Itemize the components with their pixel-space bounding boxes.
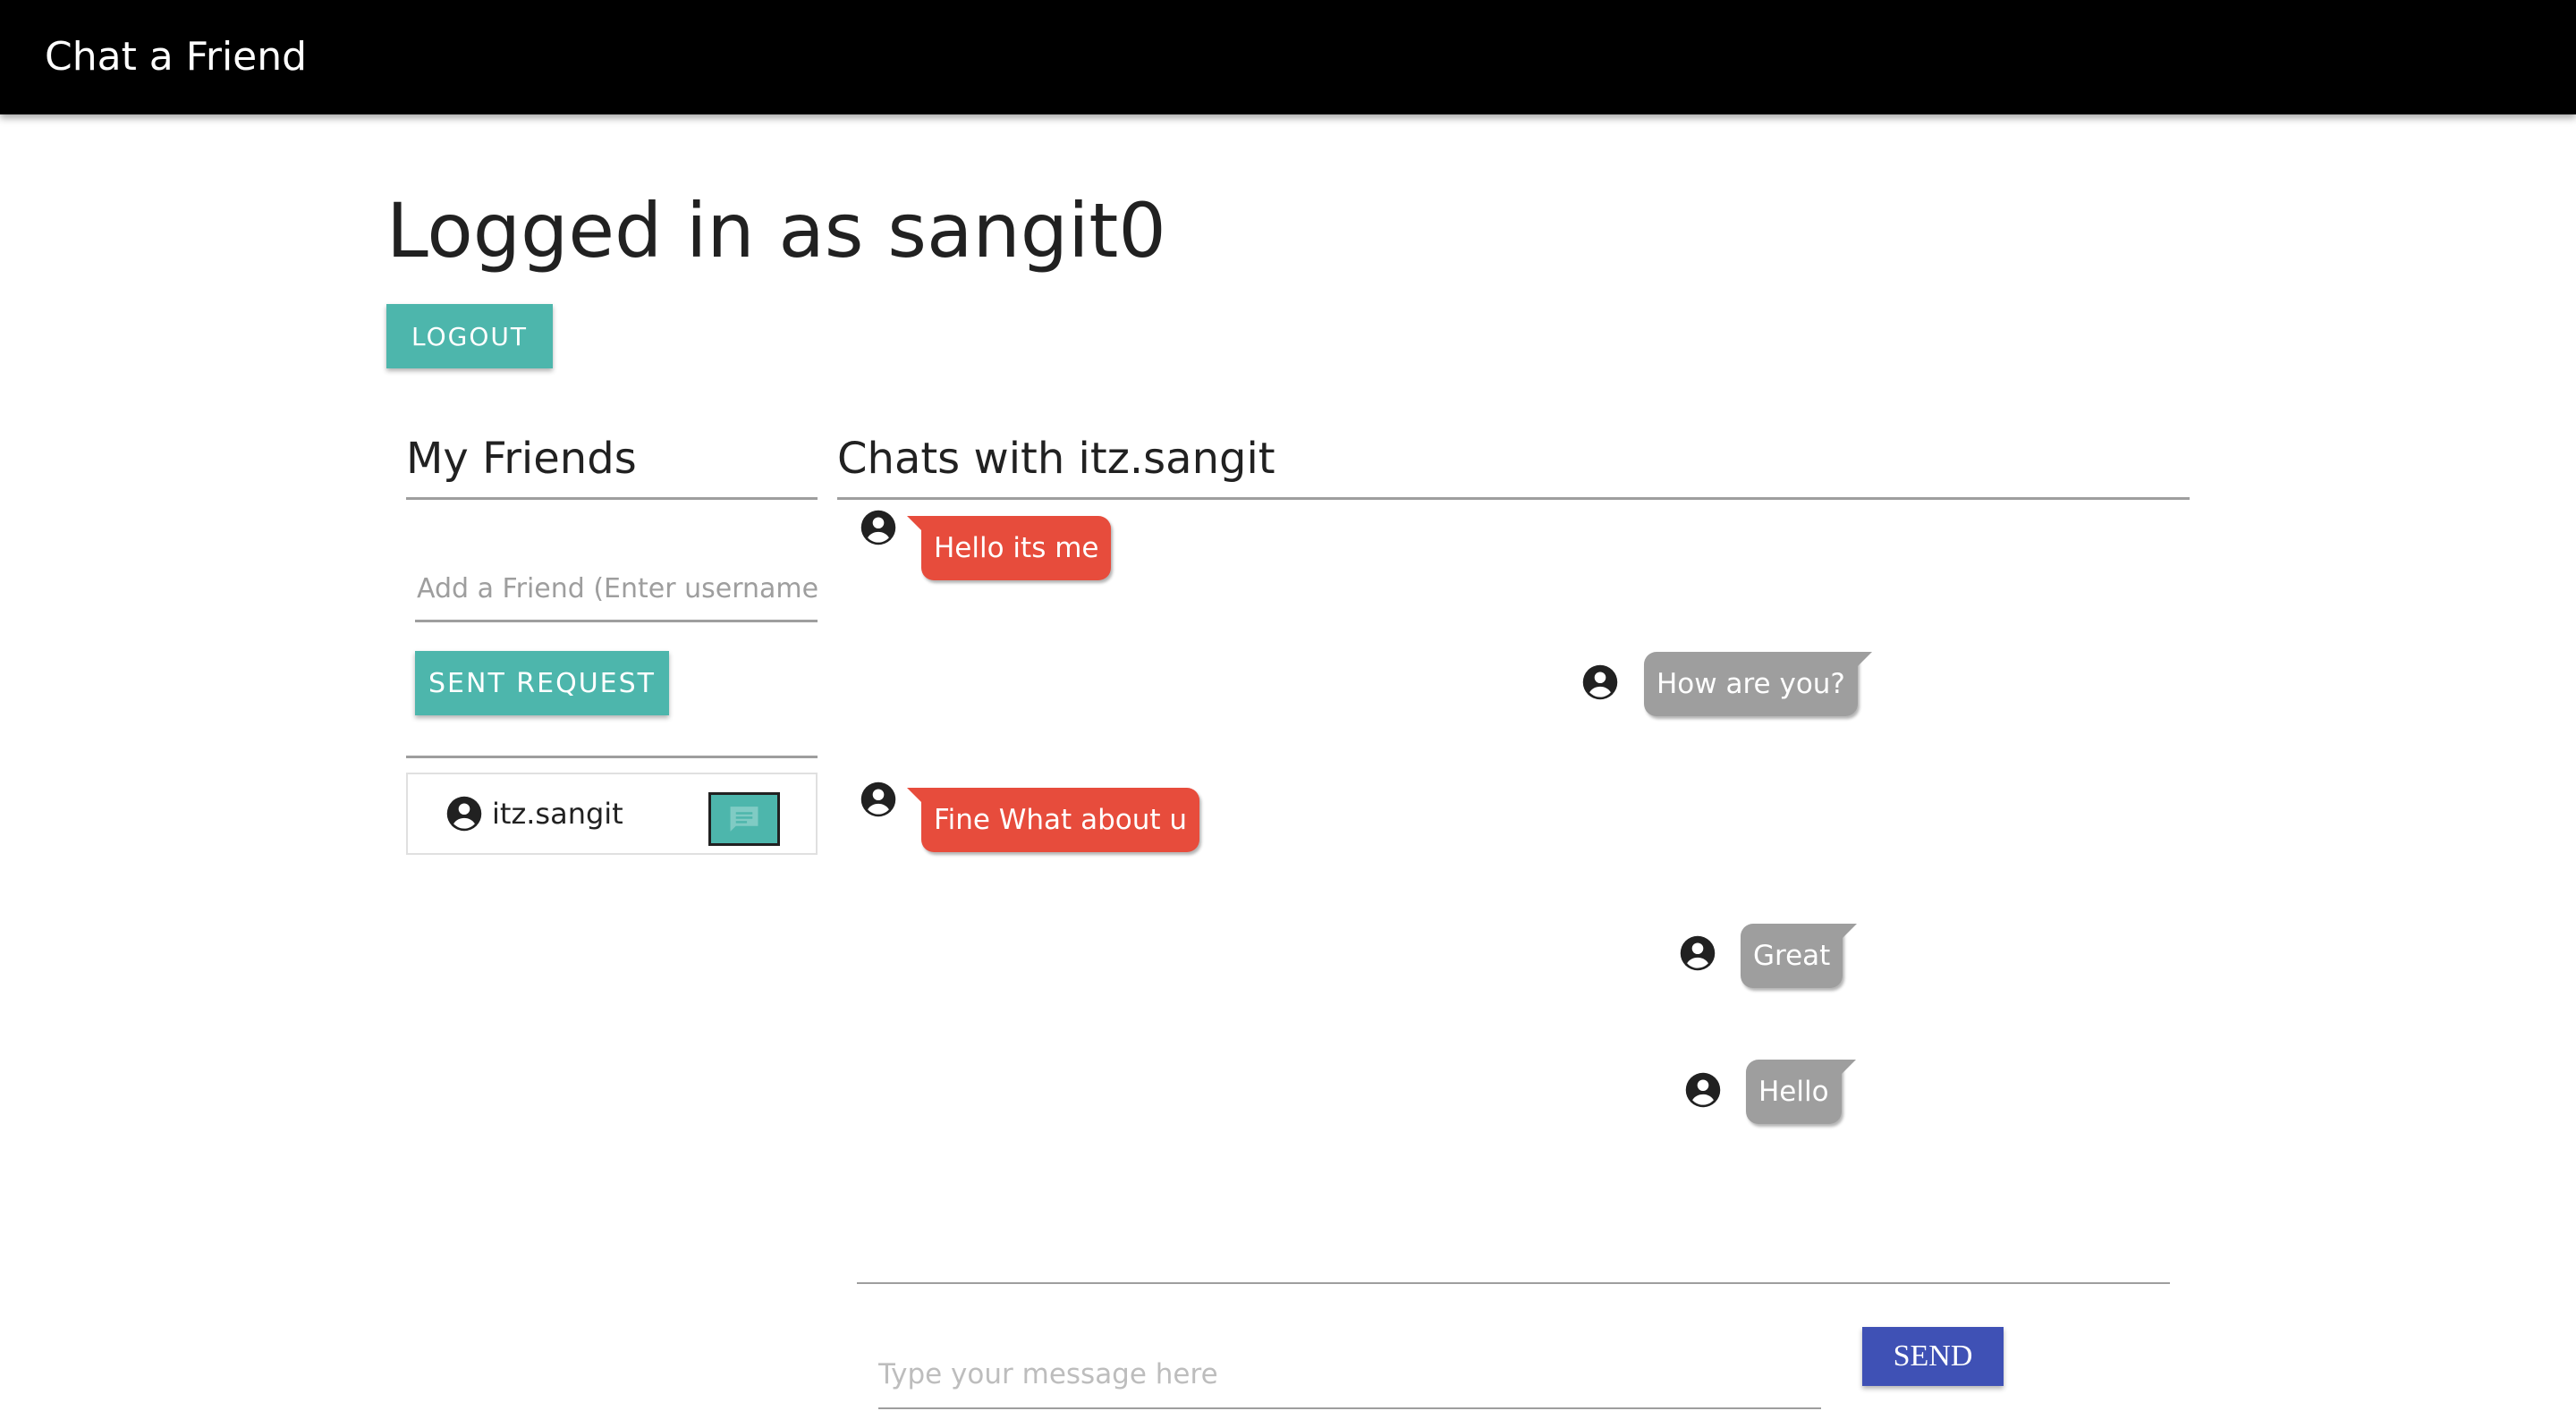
chat-heading: Chats with itz.sangit <box>837 434 1275 484</box>
account-circle-icon <box>860 510 896 545</box>
chat-divider <box>837 497 2190 500</box>
message-bubble-received: How are you? <box>1644 652 1872 716</box>
friend-name: itz.sangit <box>492 797 623 831</box>
friends-heading: My Friends <box>406 434 637 484</box>
page-title: Logged in as sangit0 <box>386 187 1166 275</box>
friends-list-divider <box>406 756 818 758</box>
message-icon <box>730 807 758 832</box>
open-chat-button[interactable] <box>708 792 780 846</box>
message-bubble-received: Great <box>1741 924 1858 988</box>
message-bubble-received: Hello <box>1746 1060 1856 1124</box>
account-circle-icon <box>1582 664 1618 700</box>
send-button[interactable]: SEND <box>1862 1327 2004 1386</box>
account-circle-icon <box>1685 1072 1721 1108</box>
app-bar: Chat a Friend <box>0 0 2576 114</box>
message-bubble-sent: Fine What about u <box>906 788 1200 852</box>
friends-divider <box>406 497 818 500</box>
account-circle-icon <box>860 782 896 817</box>
sent-request-button[interactable]: SENT REQUEST <box>415 651 669 715</box>
account-circle-icon <box>446 796 482 832</box>
account-circle-icon <box>1680 935 1716 971</box>
message-input[interactable] <box>878 1341 1821 1409</box>
add-friend-input[interactable] <box>415 558 818 622</box>
logout-button[interactable]: LOGOUT <box>386 304 553 368</box>
compose-divider <box>857 1282 2170 1284</box>
message-bubble-sent: Hello its me <box>906 516 1112 580</box>
app-title[interactable]: Chat a Friend <box>45 32 307 82</box>
